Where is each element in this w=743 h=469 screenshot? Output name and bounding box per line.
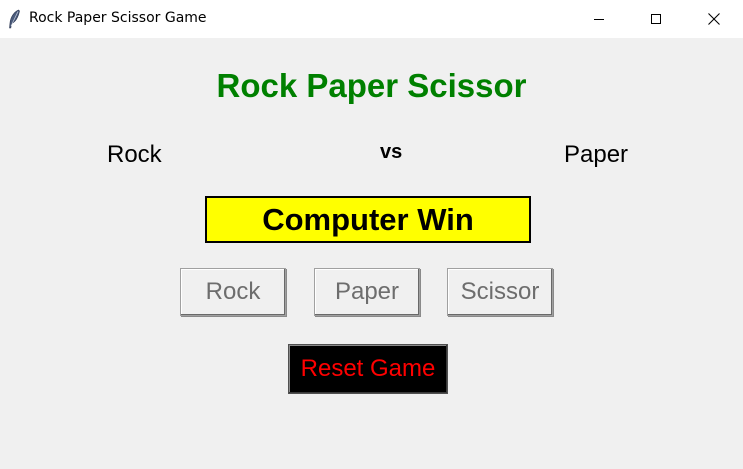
close-icon: [708, 13, 720, 25]
maximize-icon: [651, 14, 661, 24]
computer-choice-label: Paper: [564, 141, 629, 168]
maximize-button[interactable]: [627, 0, 685, 38]
game-panel: Rock Paper Scissor Rock vs Paper Compute…: [0, 38, 743, 469]
minimize-button[interactable]: [570, 0, 628, 38]
minimize-icon: [594, 19, 604, 20]
rock-button[interactable]: Rock: [180, 268, 286, 316]
feather-icon: [9, 9, 20, 29]
user-choice-label: Rock: [107, 141, 162, 168]
vs-label: vs: [380, 141, 403, 163]
scissor-button[interactable]: Scissor: [447, 268, 553, 316]
reset-game-button[interactable]: Reset Game: [288, 344, 448, 394]
paper-button[interactable]: Paper: [314, 268, 420, 316]
close-button[interactable]: [685, 0, 743, 38]
app-window: Rock Paper Scissor Game Rock Paper Sciss…: [0, 0, 743, 469]
game-heading: Rock Paper Scissor: [216, 67, 527, 104]
title-bar[interactable]: Rock Paper Scissor Game: [0, 0, 743, 38]
result-banner: Computer Win: [205, 196, 531, 243]
window-title: Rock Paper Scissor Game: [29, 10, 207, 26]
